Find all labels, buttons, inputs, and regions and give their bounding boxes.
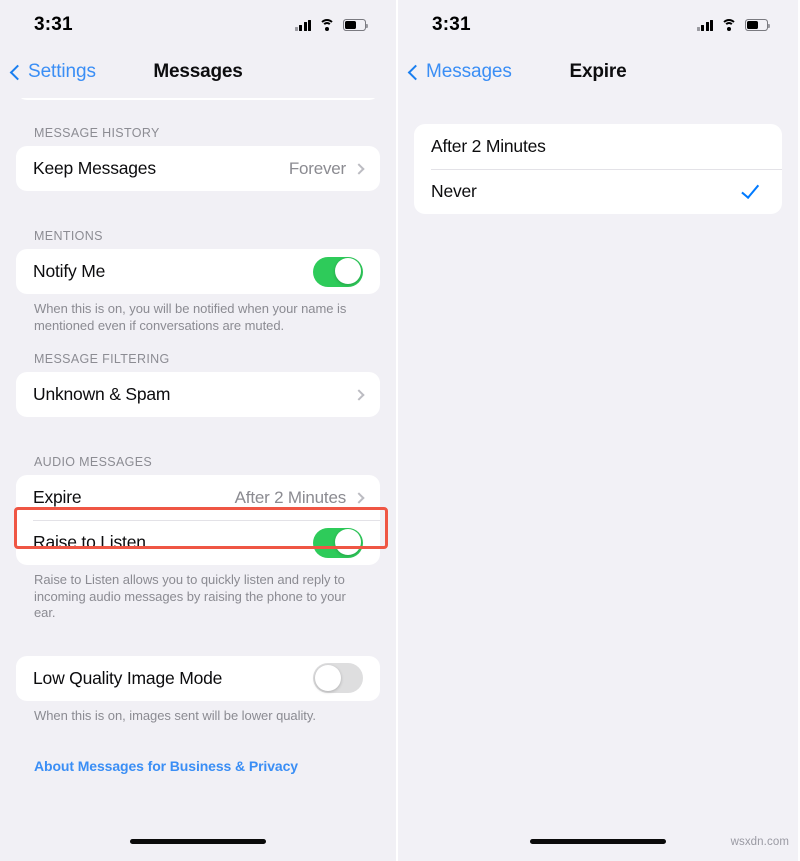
wifi-icon <box>721 19 737 31</box>
card-expire-options: After 2 Minutes Never <box>414 124 782 214</box>
back-button-messages[interactable]: Messages <box>398 61 512 83</box>
chevron-right-icon <box>353 162 365 175</box>
back-button-label: Settings <box>28 61 96 82</box>
screenshot-stage: 3:31 Settings Messages MESSAGE HISTORY K… <box>0 0 800 861</box>
chevron-right-icon <box>353 491 365 504</box>
link-about-messages-for-business-privacy[interactable]: About Messages for Business & Privacy <box>16 758 380 774</box>
section-header-audio-messages: AUDIO MESSAGES <box>34 455 153 469</box>
row-label: Notify Me <box>33 261 106 281</box>
status-bar-icons <box>294 15 369 31</box>
settings-scroll-content[interactable]: MESSAGE HISTORY Keep Messages Forever ME… <box>0 88 396 774</box>
option-label: Never <box>431 181 477 201</box>
chevron-left-icon <box>9 64 26 80</box>
nav-bar-left: Settings Messages <box>0 46 396 98</box>
toggle-low-quality-image-mode[interactable] <box>313 663 363 693</box>
watermark: wsxdn.com <box>730 836 789 848</box>
section-header-mentions: MENTIONS <box>34 229 103 243</box>
row-expire[interactable]: Expire After 2 Minutes <box>16 475 380 520</box>
wifi-icon <box>319 19 335 31</box>
chevron-right-icon <box>353 388 365 401</box>
row-label: Unknown & Spam <box>33 384 171 404</box>
row-label: Low Quality Image Mode <box>33 667 223 688</box>
phone-panel-messages-settings: 3:31 Settings Messages MESSAGE HISTORY K… <box>0 0 398 861</box>
row-label: Raise to Listen <box>33 532 146 552</box>
row-low-quality-image-mode: Low Quality Image Mode <box>16 656 380 701</box>
row-notify-me: Notify Me <box>16 249 380 294</box>
section-header-message-history: MESSAGE HISTORY <box>34 126 160 140</box>
back-button-settings[interactable]: Settings <box>0 61 96 83</box>
card-message-history: Keep Messages Forever <box>16 146 380 191</box>
option-row-never[interactable]: Never <box>414 169 782 214</box>
footnote-low-quality-image-mode: When this is on, images sent will be low… <box>34 707 316 723</box>
section-header-message-filtering: MESSAGE FILTERING <box>34 352 170 366</box>
phone-panel-expire-picker: 3:31 Messages Expire After 2 Minutes Nev… <box>398 0 798 861</box>
battery-icon <box>745 19 771 31</box>
back-button-label: Messages <box>426 61 512 82</box>
status-bar-left: 3:31 <box>0 0 396 46</box>
footnote-audio-messages: Raise to Listen allows you to quickly li… <box>34 572 346 620</box>
row-value: After 2 Minutes <box>234 487 347 507</box>
home-indicator-left <box>130 838 266 844</box>
footnote-mentions: When this is on, you will be notified wh… <box>34 301 347 333</box>
status-bar-right: 3:31 <box>398 0 798 46</box>
status-bar-clock: 3:31 <box>432 14 471 35</box>
expire-options-content: After 2 Minutes Never <box>398 98 798 214</box>
signal-bars-icon <box>696 19 713 31</box>
card-message-filtering: Unknown & Spam <box>16 372 380 417</box>
status-bar-icons <box>696 15 771 31</box>
option-label: After 2 Minutes <box>431 136 546 156</box>
row-keep-messages[interactable]: Keep Messages Forever <box>16 146 380 191</box>
row-unknown-and-spam[interactable]: Unknown & Spam <box>16 372 380 417</box>
card-low-quality-image-mode: Low Quality Image Mode <box>16 655 380 701</box>
signal-bars-icon <box>294 19 311 31</box>
option-row-after-2-minutes[interactable]: After 2 Minutes <box>414 124 782 169</box>
home-indicator-right <box>530 838 666 844</box>
card-mentions: Notify Me <box>16 249 380 294</box>
row-value: Forever <box>288 158 346 178</box>
nav-bar-right: Messages Expire <box>398 46 798 98</box>
row-raise-to-listen: Raise to Listen <box>16 520 380 565</box>
row-label: Keep Messages <box>33 158 156 178</box>
status-bar-clock: 3:31 <box>34 14 73 35</box>
battery-icon <box>343 19 369 31</box>
row-label: Expire <box>33 487 82 507</box>
chevron-left-icon <box>407 64 424 80</box>
card-audio-messages: Expire After 2 Minutes Raise to Listen <box>16 475 380 565</box>
toggle-raise-to-listen[interactable] <box>313 527 363 558</box>
toggle-notify-me[interactable] <box>313 256 363 287</box>
